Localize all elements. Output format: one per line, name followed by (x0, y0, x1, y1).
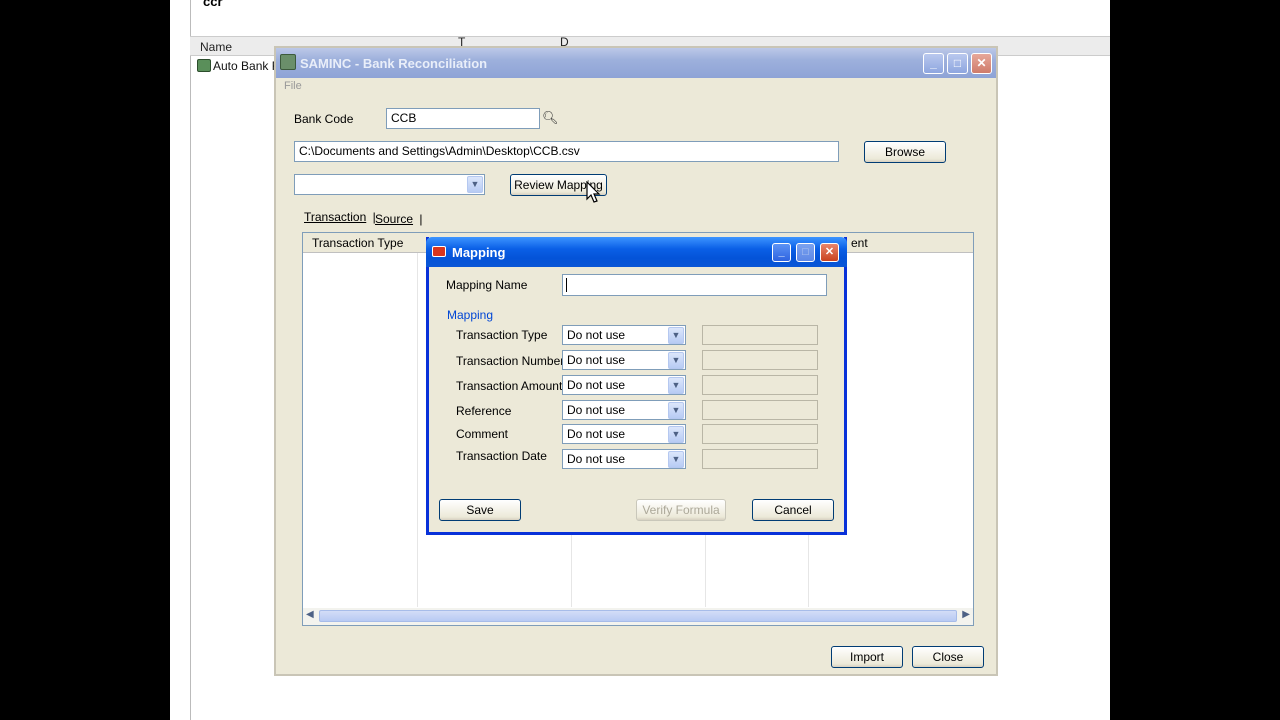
horizontal-scrollbar[interactable]: ◀ ▶ (303, 608, 973, 625)
chevron-right-icon[interactable]: ▶ (962, 609, 970, 620)
mapping-select[interactable] (294, 174, 485, 195)
window-title-bar[interactable]: SAMINC - Bank Reconciliation _ □ ✕ (276, 48, 996, 78)
comment-label: Comment (456, 427, 509, 441)
application-icon (197, 59, 211, 72)
transaction-type-formula (702, 325, 818, 345)
bank-code-input[interactable]: CCB (386, 108, 540, 129)
mapping-dialog: Mapping _ □ ✕ Mapping Name Mapping Trans… (426, 237, 847, 535)
comment-value: Do not use (567, 427, 626, 441)
transaction-type-value: Do not use (567, 328, 626, 342)
scrollbar-thumb[interactable] (319, 610, 957, 622)
background-item-label: Auto Bank R (213, 59, 281, 73)
transaction-number-value: Do not use (567, 353, 626, 367)
mapping-name-input[interactable] (562, 274, 827, 296)
bank-code-label: Bank Code (294, 112, 354, 126)
transaction-date-label: Transaction Date (456, 449, 547, 463)
menu-bar: File (276, 78, 996, 96)
search-icon[interactable]: 🔍︎ (542, 110, 559, 126)
tab-transaction-label: Transaction (304, 210, 367, 224)
chevron-down-icon[interactable]: ▼ (668, 327, 684, 344)
dialog-title: Mapping (452, 245, 506, 260)
chevron-down-icon[interactable]: ▼ (668, 352, 684, 369)
tab-source-label: Source (375, 212, 414, 226)
chevron-down-icon[interactable]: ▼ (668, 451, 684, 468)
transaction-amount-label: Transaction Amount (456, 379, 563, 393)
column-transaction-type[interactable]: Transaction Type (312, 236, 403, 250)
background-top-text: ccr (203, 0, 223, 9)
file-path-input[interactable]: C:\Documents and Settings\Admin\Desktop\… (294, 141, 839, 162)
maximize-button[interactable]: □ (947, 53, 968, 74)
save-button[interactable]: Save (439, 499, 521, 521)
transaction-date-value: Do not use (567, 452, 626, 466)
transaction-date-select[interactable]: Do not use ▼ (562, 449, 686, 469)
browse-button[interactable]: Browse (864, 141, 946, 163)
transaction-type-label: Transaction Type (456, 328, 548, 342)
reference-select[interactable]: Do not use ▼ (562, 400, 686, 420)
minimize-button[interactable]: _ (772, 243, 791, 262)
comment-formula (702, 424, 818, 444)
dialog-title-bar[interactable]: Mapping _ □ ✕ (426, 237, 847, 267)
transaction-number-select[interactable]: Do not use ▼ (562, 350, 686, 370)
column-divider (417, 253, 418, 607)
close-window-button[interactable]: ✕ (971, 53, 992, 74)
application-icon (280, 54, 296, 70)
chevron-down-icon[interactable]: ▼ (668, 377, 684, 394)
transaction-amount-value: Do not use (567, 378, 626, 392)
comment-select[interactable]: Do not use ▼ (562, 424, 686, 444)
verify-formula-button: Verify Formula (636, 499, 726, 521)
close-button[interactable]: Close (912, 646, 984, 668)
column-comment[interactable]: ent (851, 236, 868, 250)
background-list-item[interactable]: Auto Bank R (197, 59, 280, 73)
reference-label: Reference (456, 404, 512, 418)
menu-file[interactable]: File (284, 80, 302, 92)
tab-transaction[interactable]: Transaction | (304, 210, 376, 230)
transaction-type-select[interactable]: Do not use ▼ (562, 325, 686, 345)
chevron-down-icon[interactable]: ▼ (668, 426, 684, 443)
app-icon (432, 246, 446, 257)
text-cursor (566, 278, 567, 292)
reference-formula (702, 400, 818, 420)
transaction-amount-formula (702, 375, 818, 395)
mouse-cursor-icon (586, 181, 601, 203)
transaction-number-formula (702, 350, 818, 370)
import-button[interactable]: Import (831, 646, 903, 668)
mapping-group-label: Mapping (447, 308, 494, 322)
minimize-button[interactable]: _ (923, 53, 944, 74)
reference-value: Do not use (567, 403, 626, 417)
maximize-button: □ (796, 243, 815, 262)
chevron-left-icon[interactable]: ◀ (306, 609, 314, 620)
window-title: SAMINC - Bank Reconciliation (300, 56, 488, 71)
background-top-strip: ccr (190, 0, 1110, 36)
screen: ccr Name T D Auto Bank R SAMINC - Bank R… (170, 0, 1110, 720)
mapping-name-label: Mapping Name (446, 278, 528, 292)
transaction-date-formula (702, 449, 818, 469)
chevron-down-icon[interactable]: ▼ (467, 176, 483, 193)
transaction-number-label: Transaction Number (456, 354, 565, 368)
tab-source[interactable]: Source | (375, 212, 423, 232)
background-column-name[interactable]: Name (200, 40, 232, 54)
transaction-amount-select[interactable]: Do not use ▼ (562, 375, 686, 395)
close-dialog-button[interactable]: ✕ (820, 243, 839, 262)
chevron-down-icon[interactable]: ▼ (668, 402, 684, 419)
cancel-button[interactable]: Cancel (752, 499, 834, 521)
